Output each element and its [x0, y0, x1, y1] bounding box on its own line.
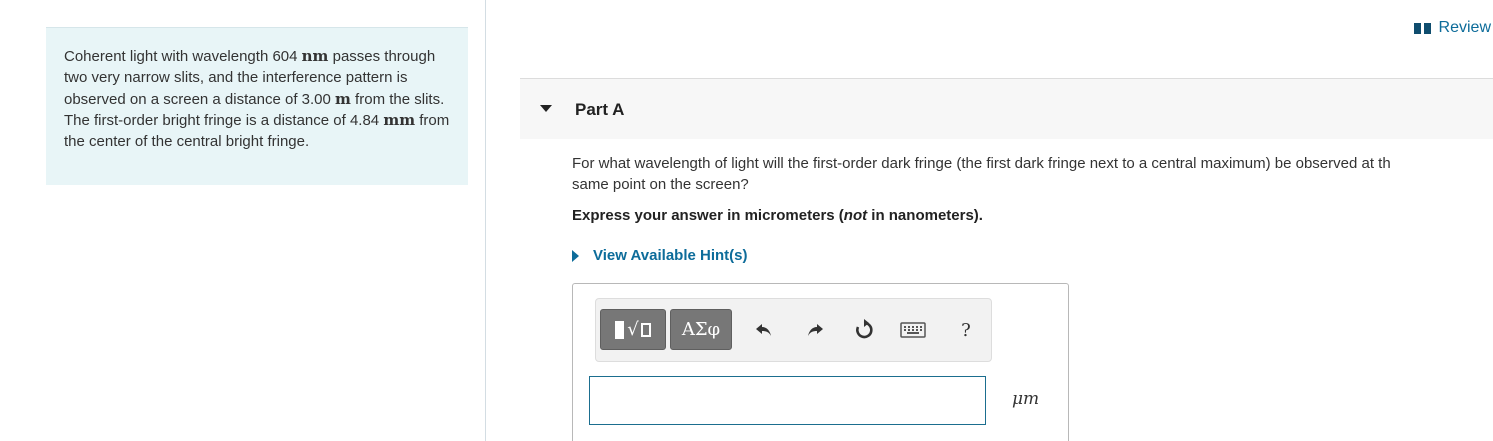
- answer-unit: μm: [1012, 389, 1040, 409]
- instruction-before: Express your answer in micrometers (: [572, 207, 844, 224]
- template-box-icon: [640, 322, 651, 337]
- book-icon: [1413, 22, 1431, 34]
- part-a-header[interactable]: Part A: [520, 78, 1493, 139]
- page: Coherent light with wavelength 604 nm pa…: [0, 0, 1493, 441]
- answer-instruction: Express your answer in micrometers (not …: [572, 207, 983, 224]
- template-block-icon: [615, 320, 625, 339]
- instruction-after: in nanometers).: [867, 207, 983, 224]
- hint-label: View Available Hint(s): [593, 247, 748, 264]
- column-divider: [485, 0, 486, 441]
- unit-nm: nm: [301, 47, 329, 65]
- answer-box: √ ΑΣφ ? μm: [572, 283, 1069, 441]
- unit-mm: mm: [383, 111, 416, 130]
- question-line-2: same point on the screen?: [572, 176, 749, 193]
- caret-right-icon: [572, 249, 579, 262]
- reset-icon[interactable]: [852, 318, 876, 342]
- redo-icon[interactable]: [803, 318, 827, 342]
- answer-input[interactable]: [589, 376, 986, 425]
- question-text: For what wavelength of light will the fi…: [572, 153, 1493, 195]
- problem-text-1: Coherent light with wavelength 604: [64, 48, 302, 65]
- radical-icon: √: [627, 319, 639, 340]
- help-button[interactable]: ?: [954, 318, 978, 342]
- part-a-label: Part A: [575, 100, 625, 119]
- keyboard-icon[interactable]: [899, 318, 927, 342]
- unit-m: m: [335, 89, 351, 108]
- question-line-1: For what wavelength of light will the fi…: [572, 155, 1391, 172]
- view-hints-link[interactable]: View Available Hint(s): [572, 247, 748, 264]
- templates-button[interactable]: √: [600, 309, 666, 350]
- review-link[interactable]: Review: [1413, 19, 1491, 37]
- symbols-button[interactable]: ΑΣφ: [670, 309, 732, 350]
- problem-statement: Coherent light with wavelength 604 nm pa…: [46, 27, 468, 185]
- caret-down-icon: [540, 105, 552, 112]
- undo-icon[interactable]: [752, 318, 776, 342]
- instruction-emphasis: not: [843, 207, 868, 224]
- review-label: Review: [1438, 19, 1491, 36]
- math-toolbar: √ ΑΣφ ?: [595, 298, 992, 362]
